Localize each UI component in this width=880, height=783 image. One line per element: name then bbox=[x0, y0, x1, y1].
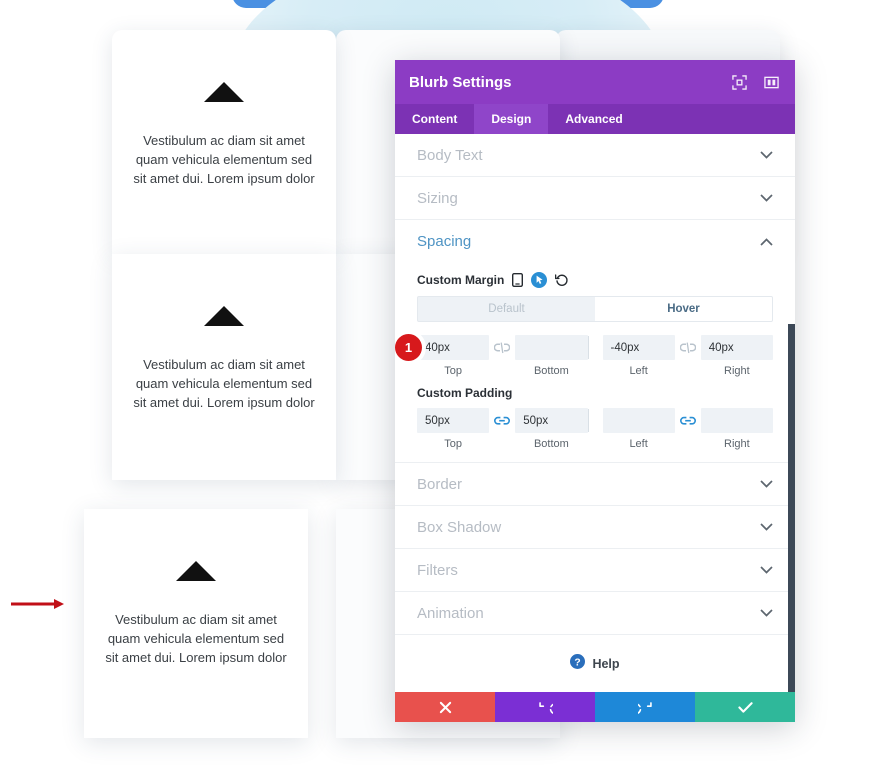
padding-right-field: Right bbox=[700, 408, 773, 450]
margin-right-label: Right bbox=[724, 365, 750, 377]
margin-fields: 1 Top Bottom bbox=[395, 334, 773, 377]
margin-left-label: Left bbox=[629, 365, 648, 377]
padding-top-field: Top bbox=[417, 408, 490, 450]
chevron-down-icon bbox=[760, 523, 773, 531]
redo-button[interactable] bbox=[595, 692, 695, 722]
link-icon[interactable] bbox=[489, 408, 515, 433]
section-box-shadow[interactable]: Box Shadow bbox=[395, 506, 795, 549]
blurb-text: Vestibulum ac diam sit amet quam vehicul… bbox=[105, 612, 287, 665]
padding-right-input[interactable] bbox=[700, 408, 773, 433]
modal-tabs: Content Design Advanced bbox=[395, 104, 795, 134]
margin-state-toggle: Default Hover bbox=[417, 296, 773, 322]
red-arrow-icon bbox=[11, 599, 64, 609]
modal-title: Blurb Settings bbox=[409, 73, 512, 91]
section-body-text[interactable]: Body Text bbox=[395, 134, 795, 177]
custom-margin-label-row: Custom Margin bbox=[417, 272, 773, 288]
blurb-card[interactable]: Vestibulum ac diam sit amet quam vehicul… bbox=[84, 509, 308, 738]
mobile-icon[interactable] bbox=[512, 273, 524, 287]
padding-left-label: Left bbox=[629, 438, 648, 450]
section-label: Spacing bbox=[417, 233, 472, 250]
padding-left-right-group: Left Right bbox=[589, 408, 773, 450]
tab-advanced[interactable]: Advanced bbox=[548, 104, 639, 134]
spacing-panel: Custom Margin Default Hover 1 40px Top B… bbox=[395, 272, 795, 463]
triangle-icon bbox=[204, 82, 244, 102]
padding-bottom-field: Bottom bbox=[515, 408, 588, 450]
layout-panel-icon[interactable] bbox=[761, 72, 781, 92]
section-label: Sizing bbox=[417, 189, 458, 207]
modal-body: Body Text Sizing Spacing Custom Margin D… bbox=[395, 134, 795, 692]
padding-bottom-label: Bottom bbox=[533, 438, 569, 450]
padding-left-input[interactable] bbox=[602, 408, 675, 433]
custom-margin-label: Custom Margin bbox=[417, 273, 505, 287]
margin-right-input[interactable] bbox=[700, 335, 773, 360]
triangle-icon bbox=[176, 561, 216, 581]
chevron-down-icon bbox=[760, 151, 773, 159]
chevron-down-icon bbox=[760, 194, 773, 202]
state-default[interactable]: Default bbox=[418, 297, 595, 321]
tab-design[interactable]: Design bbox=[474, 104, 549, 134]
margin-top-bottom-group: Top Bottom bbox=[417, 335, 588, 377]
margin-bottom-input[interactable] bbox=[515, 335, 588, 360]
margin-right-field: Right bbox=[700, 335, 773, 377]
step-badge-1: 1 bbox=[395, 334, 422, 361]
unlink-icon[interactable] bbox=[675, 335, 701, 360]
svg-text:?: ? bbox=[575, 657, 581, 668]
help-label: Help bbox=[592, 656, 620, 671]
section-filters[interactable]: Filters bbox=[395, 549, 795, 592]
padding-left-field: Left bbox=[602, 408, 675, 450]
help-button[interactable]: ? Help bbox=[395, 635, 795, 692]
hover-cursor-icon[interactable] bbox=[531, 272, 548, 288]
custom-padding-label-row: Custom Padding bbox=[417, 386, 773, 400]
section-label: Border bbox=[417, 475, 463, 493]
margin-top-label: Top bbox=[444, 365, 462, 377]
fullscreen-icon[interactable] bbox=[729, 72, 749, 92]
chevron-down-icon bbox=[760, 480, 773, 488]
section-border[interactable]: Border bbox=[395, 463, 795, 506]
section-label: Body Text bbox=[417, 146, 483, 164]
custom-padding-label: Custom Padding bbox=[417, 386, 513, 400]
section-label: Animation bbox=[417, 604, 484, 622]
chevron-down-icon bbox=[760, 566, 773, 574]
modal-header: Blurb Settings bbox=[395, 60, 795, 104]
margin-bottom-field: Bottom bbox=[515, 335, 588, 377]
padding-top-label: Top bbox=[444, 438, 462, 450]
padding-right-label: Right bbox=[724, 438, 750, 450]
chevron-up-icon bbox=[760, 237, 773, 246]
blurb-text: Vestibulum ac diam sit amet quam vehicul… bbox=[133, 133, 315, 186]
padding-bottom-input[interactable] bbox=[515, 408, 588, 433]
unlink-icon[interactable] bbox=[489, 335, 515, 360]
modal-scrollbar[interactable] bbox=[788, 324, 795, 692]
question-mark-icon: ? bbox=[570, 653, 586, 674]
blurb-settings-modal: Blurb Settings Content Design Advanced B… bbox=[395, 60, 795, 722]
margin-bottom-label: Bottom bbox=[533, 365, 569, 377]
margin-left-field: Left bbox=[602, 335, 675, 377]
blurb-text: Vestibulum ac diam sit amet quam vehicul… bbox=[133, 357, 315, 410]
chevron-down-icon bbox=[760, 609, 773, 617]
cancel-button[interactable] bbox=[395, 692, 495, 722]
section-label: Filters bbox=[417, 561, 458, 579]
padding-fields: Top Bottom Left bbox=[417, 408, 773, 450]
margin-left-input[interactable] bbox=[602, 335, 675, 360]
margin-top-input[interactable] bbox=[417, 335, 490, 360]
section-label: Box Shadow bbox=[417, 518, 502, 536]
state-hover[interactable]: Hover bbox=[595, 297, 772, 321]
section-spacing[interactable]: Spacing bbox=[395, 220, 795, 263]
margin-top-field: Top bbox=[417, 335, 490, 377]
blurb-card[interactable]: Vestibulum ac diam sit amet quam vehicul… bbox=[112, 30, 336, 254]
padding-top-bottom-group: Top Bottom bbox=[417, 408, 588, 450]
save-button[interactable] bbox=[695, 692, 795, 722]
triangle-icon bbox=[204, 306, 244, 326]
tab-content[interactable]: Content bbox=[395, 104, 474, 134]
undo-button[interactable] bbox=[495, 692, 595, 722]
modal-footer bbox=[395, 692, 795, 722]
margin-left-right-group: Left Right bbox=[589, 335, 773, 377]
section-animation[interactable]: Animation bbox=[395, 592, 795, 635]
padding-top-input[interactable] bbox=[417, 408, 490, 433]
reset-icon[interactable] bbox=[555, 273, 569, 287]
link-icon[interactable] bbox=[675, 408, 701, 433]
section-sizing[interactable]: Sizing bbox=[395, 177, 795, 220]
blurb-card[interactable]: Vestibulum ac diam sit amet quam vehicul… bbox=[112, 254, 336, 480]
